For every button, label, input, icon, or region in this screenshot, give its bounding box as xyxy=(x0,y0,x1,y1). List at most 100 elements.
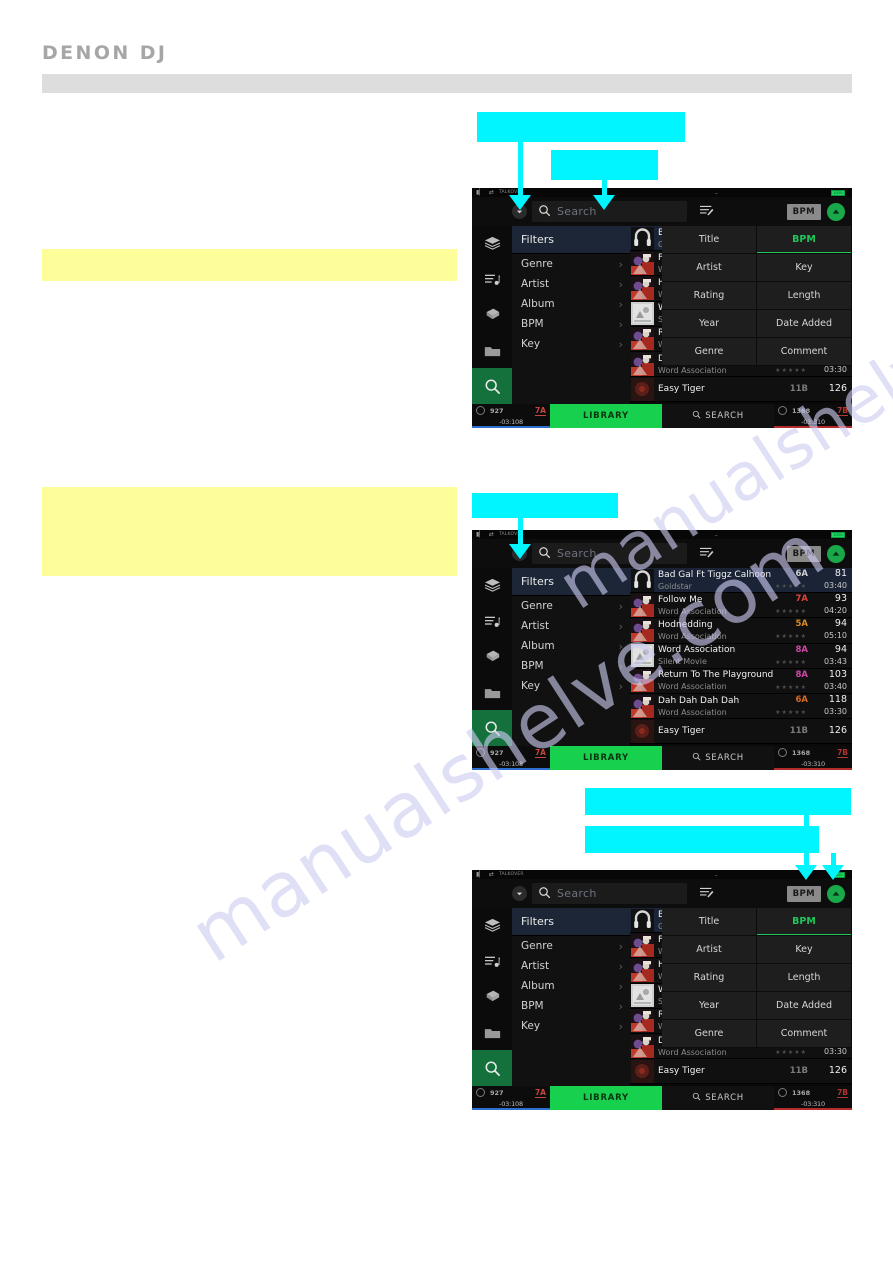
track-row[interactable]: Dah Dah Dah DahWord Association 6A 118 ★★★★… xyxy=(630,693,852,720)
arrow-up-icon[interactable] xyxy=(827,544,845,563)
sort-option-artist[interactable]: Artist xyxy=(662,936,757,964)
rail-item-playlists[interactable] xyxy=(472,604,512,640)
rail-item-search[interactable] xyxy=(472,1050,512,1086)
playlist-icon xyxy=(484,954,501,969)
chevron-right-icon: › xyxy=(618,1019,623,1033)
sort-option-date-added[interactable]: Date Added xyxy=(757,310,852,338)
sort-option-bpm[interactable]: BPM xyxy=(757,226,852,254)
deck-right[interactable]: 1368 7B -03:310 xyxy=(774,1086,852,1110)
filter-item-album[interactable]: Album › xyxy=(512,294,630,314)
filter-item-bpm[interactable]: BPM › xyxy=(512,656,630,676)
filter-item-genre[interactable]: Genre › xyxy=(512,596,630,616)
rail-item-files[interactable] xyxy=(472,675,512,711)
deck-left[interactable]: 927 7A -03:108 xyxy=(472,1086,550,1110)
sort-menu[interactable]: Title BPM Artist Key Rating Length Year Date Ad… xyxy=(662,908,852,1048)
filter-item-genre[interactable]: Genre › xyxy=(512,936,630,956)
filter-label: BPM xyxy=(521,318,544,330)
filter-item-key[interactable]: Key › xyxy=(512,676,630,696)
sort-menu[interactable]: Title BPM Artist Key Rating Length Year Date Ad… xyxy=(662,226,852,366)
deck-right-progress xyxy=(774,768,852,770)
chevron-right-icon: › xyxy=(618,297,623,311)
rail-item-crates[interactable] xyxy=(472,639,512,675)
deck-left[interactable]: 927 7A -03:108 xyxy=(472,746,550,770)
deck-right[interactable]: 1368 7B -03:310 xyxy=(774,746,852,770)
track-row[interactable]: Bad Gal Ft Tiggz CalhoonGoldstar 6A 81 ★★★★… xyxy=(630,568,852,594)
filter-item-bpm[interactable]: BPM › xyxy=(512,996,630,1016)
filter-item-artist[interactable]: Artist › xyxy=(512,616,630,636)
rail-item-files[interactable] xyxy=(472,1015,512,1051)
sort-option-key[interactable]: Key xyxy=(757,254,852,282)
library-button[interactable]: LIBRARY xyxy=(550,746,662,770)
filter-item-album[interactable]: Album › xyxy=(512,976,630,996)
list-edit-icon[interactable] xyxy=(699,884,714,903)
sort-option-title[interactable]: Title xyxy=(662,226,757,254)
search-input[interactable]: Search xyxy=(532,543,687,564)
sort-option-genre[interactable]: Genre xyxy=(662,1020,757,1048)
rail-item-collection[interactable] xyxy=(472,908,512,944)
track-row[interactable]: Word AssociationSilent Movie 8A 94 ★★★★★ 03:… xyxy=(630,643,852,669)
rail-item-search[interactable] xyxy=(472,368,512,404)
list-edit-icon[interactable] xyxy=(699,544,714,563)
arrow-up-icon[interactable] xyxy=(827,202,845,221)
filter-item-artist[interactable]: Artist › xyxy=(512,274,630,294)
track-list[interactable]: Bad Gal Ft Tiggz CalhoonGoldstar 6A 81 ★★★★… xyxy=(630,568,852,746)
filter-item-album[interactable]: Album › xyxy=(512,636,630,656)
track-row[interactable]: Follow MeWord Association 7A 93 ★★★★★ 04:20 xyxy=(630,593,852,619)
filter-item-genre[interactable]: Genre › xyxy=(512,254,630,274)
sort-field-button[interactable]: BPM xyxy=(786,545,821,562)
arrow-up-icon[interactable] xyxy=(827,884,845,903)
search-input[interactable]: Search xyxy=(532,883,687,904)
search-button[interactable]: SEARCH xyxy=(662,746,774,770)
sort-option-year[interactable]: Year xyxy=(662,992,757,1020)
rail-item-collection[interactable] xyxy=(472,568,512,604)
track-row[interactable]: HodneddingWord Association 5A 94 ★★★★★ 05:10 xyxy=(630,618,852,644)
deck-right[interactable]: 1368 7B -03:310 xyxy=(774,404,852,428)
sort-option-artist[interactable]: Artist xyxy=(662,254,757,282)
sort-option-comment[interactable]: Comment xyxy=(757,338,852,366)
sort-field-button[interactable]: BPM xyxy=(786,203,821,220)
sort-option-key[interactable]: Key xyxy=(757,936,852,964)
track-rating: ★★★★★ xyxy=(775,608,807,616)
sort-field-button[interactable]: BPM xyxy=(786,885,821,902)
sort-option-rating[interactable]: Rating xyxy=(662,282,757,310)
sort-option-length[interactable]: Length xyxy=(757,964,852,992)
rail-item-playlists[interactable] xyxy=(472,944,512,980)
filter-item-artist[interactable]: Artist › xyxy=(512,956,630,976)
minimize-icon: – xyxy=(714,530,719,539)
filter-item-key[interactable]: Key › xyxy=(512,334,630,354)
sort-option-year[interactable]: Year xyxy=(662,310,757,338)
sort-option-bpm[interactable]: BPM xyxy=(757,908,852,936)
deck-left-progress xyxy=(472,768,550,770)
deck-bar: 927 7A -03:108 LIBRARY SEARCH 1368 7B -03:310 xyxy=(472,746,852,770)
rail-item-playlists[interactable] xyxy=(472,262,512,298)
deck-left[interactable]: 927 7A -03:108 xyxy=(472,404,550,428)
track-row[interactable]: Easy Tiger 11B 126 xyxy=(630,719,852,745)
filter-item-bpm[interactable]: BPM › xyxy=(512,314,630,334)
filter-item-key[interactable]: Key › xyxy=(512,1016,630,1036)
track-row[interactable]: Easy Tiger 11B 126 xyxy=(630,377,852,403)
library-button[interactable]: LIBRARY xyxy=(550,404,662,428)
track-row[interactable]: Return To The PlaygroundWord Association… xyxy=(630,668,852,694)
sync-icon xyxy=(476,406,485,415)
search-icon xyxy=(538,202,551,221)
library-button[interactable]: LIBRARY xyxy=(550,1086,662,1110)
search-button[interactable]: SEARCH xyxy=(662,404,774,428)
sort-option-title[interactable]: Title xyxy=(662,908,757,936)
sort-option-genre[interactable]: Genre xyxy=(662,338,757,366)
rail-item-crates[interactable] xyxy=(472,979,512,1015)
album-art xyxy=(631,618,654,642)
search-placeholder: Search xyxy=(557,887,597,900)
list-edit-icon[interactable] xyxy=(699,202,714,221)
search-button[interactable]: SEARCH xyxy=(662,1086,774,1110)
rail-item-crates[interactable] xyxy=(472,297,512,333)
sort-option-rating[interactable]: Rating xyxy=(662,964,757,992)
chevron-down-icon[interactable] xyxy=(512,886,527,901)
rail-item-files[interactable] xyxy=(472,333,512,369)
rail-item-collection[interactable] xyxy=(472,226,512,262)
track-row[interactable]: Easy Tiger 11B 126 xyxy=(630,1059,852,1085)
album-art xyxy=(631,1009,654,1033)
sort-option-length[interactable]: Length xyxy=(757,282,852,310)
sort-option-comment[interactable]: Comment xyxy=(757,1020,852,1048)
sort-option-date-added[interactable]: Date Added xyxy=(757,992,852,1020)
rail-item-search[interactable] xyxy=(472,710,512,746)
